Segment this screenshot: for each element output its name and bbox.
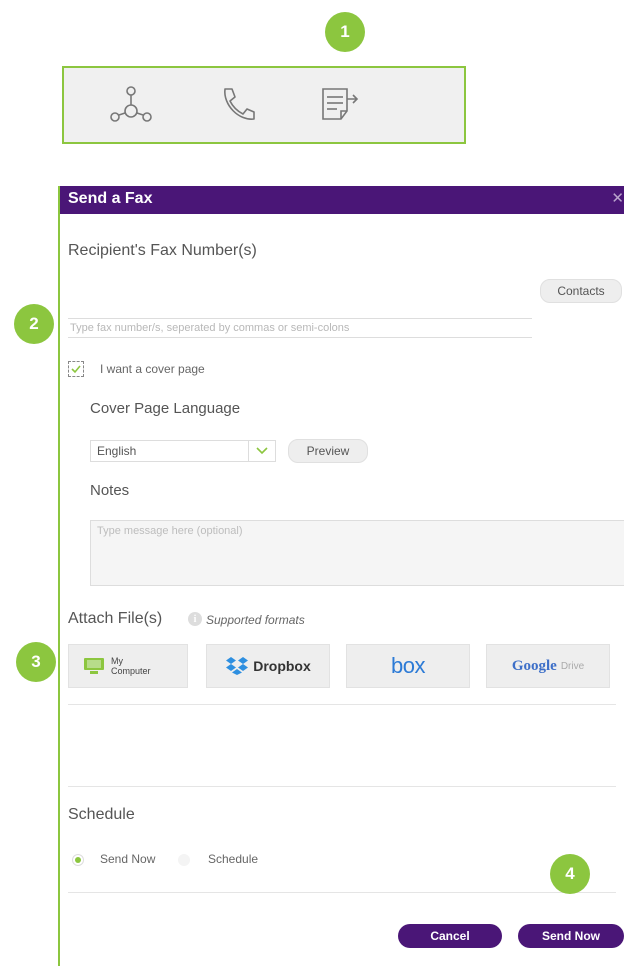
recipient-heading: Recipient's Fax Number(s) <box>68 242 257 259</box>
box-button[interactable]: box <box>346 644 470 688</box>
send-fax-icon <box>322 88 359 120</box>
preview-button[interactable]: Preview <box>288 439 368 463</box>
step-badge-2: 2 <box>14 304 54 344</box>
schedule-radio[interactable] <box>178 854 190 866</box>
drive-label: Drive <box>560 660 585 672</box>
dropbox-label: Dropbox <box>253 658 311 674</box>
schedule-label: Schedule <box>208 852 259 866</box>
send-fax-button[interactable] <box>314 80 364 130</box>
my-computer-line2: Computer <box>111 666 151 676</box>
schedule-heading: Schedule <box>68 806 135 823</box>
phone-button[interactable] <box>212 80 262 130</box>
attach-top-divider <box>68 704 616 705</box>
cover-page-checkbox[interactable] <box>68 361 84 377</box>
close-icon[interactable]: ✕ <box>611 189 624 207</box>
my-computer-button[interactable]: My Computer <box>68 644 188 688</box>
network-button[interactable] <box>106 80 156 130</box>
attach-bottom-divider <box>68 786 616 787</box>
google-drive-button[interactable]: Google Drive <box>486 644 610 688</box>
send-now-radio[interactable] <box>72 854 84 866</box>
language-value: English <box>97 444 137 458</box>
phone-icon <box>224 88 255 120</box>
language-select[interactable]: English <box>90 440 276 462</box>
cancel-button[interactable]: Cancel <box>398 924 502 948</box>
check-icon <box>71 365 81 374</box>
cover-language-heading: Cover Page Language <box>90 400 241 417</box>
fax-number-input[interactable] <box>68 318 532 338</box>
send-fax-dialog: Send a Fax ✕ Recipient's Fax Number(s) C… <box>58 186 624 966</box>
google-label: Google <box>511 657 557 674</box>
notes-heading: Notes <box>90 482 130 499</box>
attach-heading-label: Attach File(s) <box>68 610 163 627</box>
fax-toolbar <box>62 66 466 144</box>
supported-formats-link[interactable]: Supported formats <box>206 613 305 627</box>
contacts-button[interactable]: Contacts <box>540 279 622 303</box>
footer-divider <box>68 892 616 893</box>
cover-page-label: I want a cover page <box>100 362 205 376</box>
send-now-label: Send Now <box>100 852 156 866</box>
chevron-down-icon <box>248 441 275 461</box>
step-badge-1: 1 <box>325 12 365 52</box>
notes-textarea[interactable] <box>90 520 624 586</box>
dropbox-button[interactable]: Dropbox <box>206 644 330 688</box>
step-badge-3: 3 <box>16 642 56 682</box>
info-icon[interactable]: i <box>188 612 202 626</box>
dropbox-icon <box>226 657 249 675</box>
dialog-titlebar: Send a Fax ✕ <box>60 186 624 214</box>
step-badge-4: 4 <box>550 854 590 894</box>
computer-icon <box>84 658 104 674</box>
attach-heading: Attach File(s) <box>68 610 162 628</box>
network-icon <box>110 86 152 122</box>
send-now-button[interactable]: Send Now <box>518 924 624 948</box>
box-label: box <box>391 653 425 678</box>
my-computer-line1: My <box>111 656 123 666</box>
dialog-title: Send a Fax <box>68 190 153 207</box>
